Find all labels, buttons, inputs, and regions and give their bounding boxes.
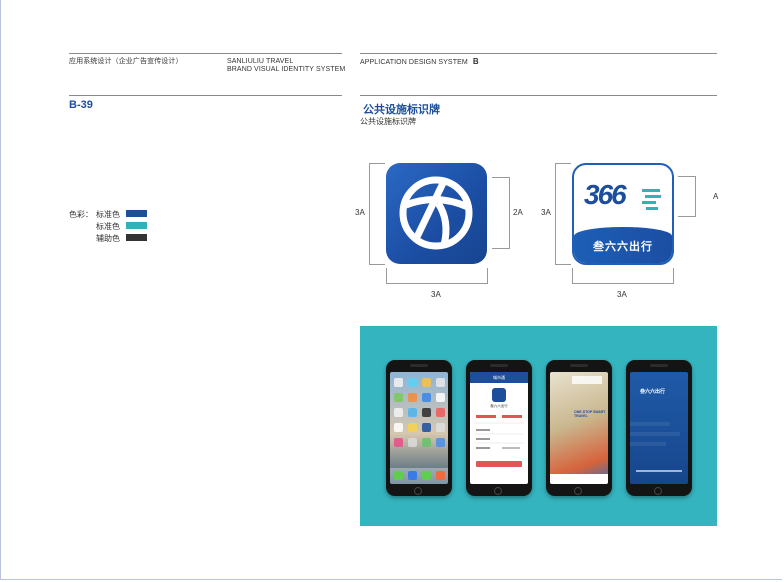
app-logo-icon <box>492 388 506 402</box>
phone-login-screen: 城市通 叁六六出行 <box>470 372 528 484</box>
header-brand-line1: SANLIULIU TRAVEL <box>227 58 294 65</box>
logo-number-mark: 366 <box>584 179 627 210</box>
dim-label-white-width: 3A <box>617 290 627 299</box>
color-legend-label: 色彩： <box>69 210 93 219</box>
header-left-title: 应用系统设计（企业广告宣传设计） <box>69 58 183 65</box>
phone-home-screen <box>390 372 448 484</box>
globe-app-icon <box>386 163 487 264</box>
dim-label-white-side: A <box>713 192 719 201</box>
color-legend-item-1: 标准色 <box>96 210 120 219</box>
phone-speaker <box>410 364 428 367</box>
phone-mockup-home <box>386 360 452 496</box>
home-button <box>414 487 422 495</box>
dim-tick-white-top <box>555 163 571 164</box>
dim-tick-white-bottom <box>555 264 571 265</box>
dim-tick-blue-left <box>386 268 387 284</box>
dim-tick-blue-right <box>487 268 488 284</box>
dim-tick-inner-top <box>492 177 510 178</box>
dim-label-blue-inner: 2A <box>513 208 523 217</box>
header-section-letter: B <box>472 57 479 66</box>
phone-splash-screen: 叁六六出行 <box>630 372 688 484</box>
globe-icon <box>399 176 473 250</box>
dim-line-white-width <box>572 283 674 284</box>
color-legend-item-3: 辅助色 <box>96 234 120 243</box>
app-showcase-panel: 城市通 叁六六出行 ONE-STOP SMART TRAVEL 叁六六出行 <box>360 326 717 526</box>
phone-ad-screen: ONE-STOP SMART TRAVEL <box>550 372 608 484</box>
content-subtitle: 公共设施标识牌 <box>360 117 416 126</box>
swatch-auxiliary-dark <box>126 234 147 241</box>
login-header: 城市通 <box>470 372 528 383</box>
speed-lines-icon <box>642 189 661 210</box>
header-app-system-label: APPLICATION DESIGN SYSTEM <box>360 59 468 66</box>
header-app-system: APPLICATION DESIGN SYSTEM B <box>360 58 479 67</box>
ad-headline: ONE-STOP SMART TRAVEL <box>574 410 606 418</box>
phone-speaker <box>570 364 588 367</box>
header-brand-line2: BRAND VISUAL IDENTITY SYSTEM <box>227 66 346 73</box>
login-form-icon <box>474 415 524 467</box>
header-rule-left <box>69 53 342 54</box>
dim-tick-inner-bottom <box>492 248 510 249</box>
dim-line-blue-inner <box>509 177 510 249</box>
dim-line-white-height <box>555 163 556 265</box>
phone-speaker <box>650 364 668 367</box>
ad-footer <box>550 474 608 484</box>
splash-brand: 叁六六出行 <box>640 389 666 395</box>
color-legend-item-2: 标准色 <box>96 222 120 231</box>
home-button <box>574 487 582 495</box>
content-title: 公共设施标识牌 <box>363 104 440 116</box>
logo-band-text: 叁六六出行 <box>593 241 653 253</box>
dim-tick-blue-bottom <box>369 264 385 265</box>
dim-tick-side-top <box>678 176 696 177</box>
ad-logo-strip <box>572 376 602 384</box>
phone-mockup-ad: ONE-STOP SMART TRAVEL <box>546 360 612 496</box>
brand-logo-icon: 366 叁六六出行 <box>572 163 674 265</box>
dim-tick-white-right <box>673 268 674 284</box>
phone-mockup-splash: 叁六六出行 <box>626 360 692 496</box>
home-button <box>494 487 502 495</box>
dim-label-blue-height: 3A <box>355 208 365 217</box>
swatch-standard-blue <box>126 210 147 217</box>
section-rule-right <box>360 95 717 96</box>
app-grid-icon <box>390 378 448 484</box>
phone-mockup-login: 城市通 叁六六出行 <box>466 360 532 496</box>
section-rule-left <box>69 95 342 96</box>
dim-tick-white-left <box>572 268 573 284</box>
swatch-standard-teal <box>126 222 147 229</box>
dim-tick-blue-top <box>369 163 385 164</box>
header-rule-right <box>360 53 717 54</box>
dim-label-blue-width: 3A <box>431 290 441 299</box>
phone-speaker <box>490 364 508 367</box>
dim-label-white-height: 3A <box>541 208 551 217</box>
page-code: B-39 <box>69 99 93 111</box>
dim-line-white-side <box>695 176 696 217</box>
dim-line-blue-height <box>369 163 370 265</box>
dim-tick-side-bottom <box>678 216 696 217</box>
dim-line-blue-width <box>386 283 488 284</box>
home-button <box>654 487 662 495</box>
